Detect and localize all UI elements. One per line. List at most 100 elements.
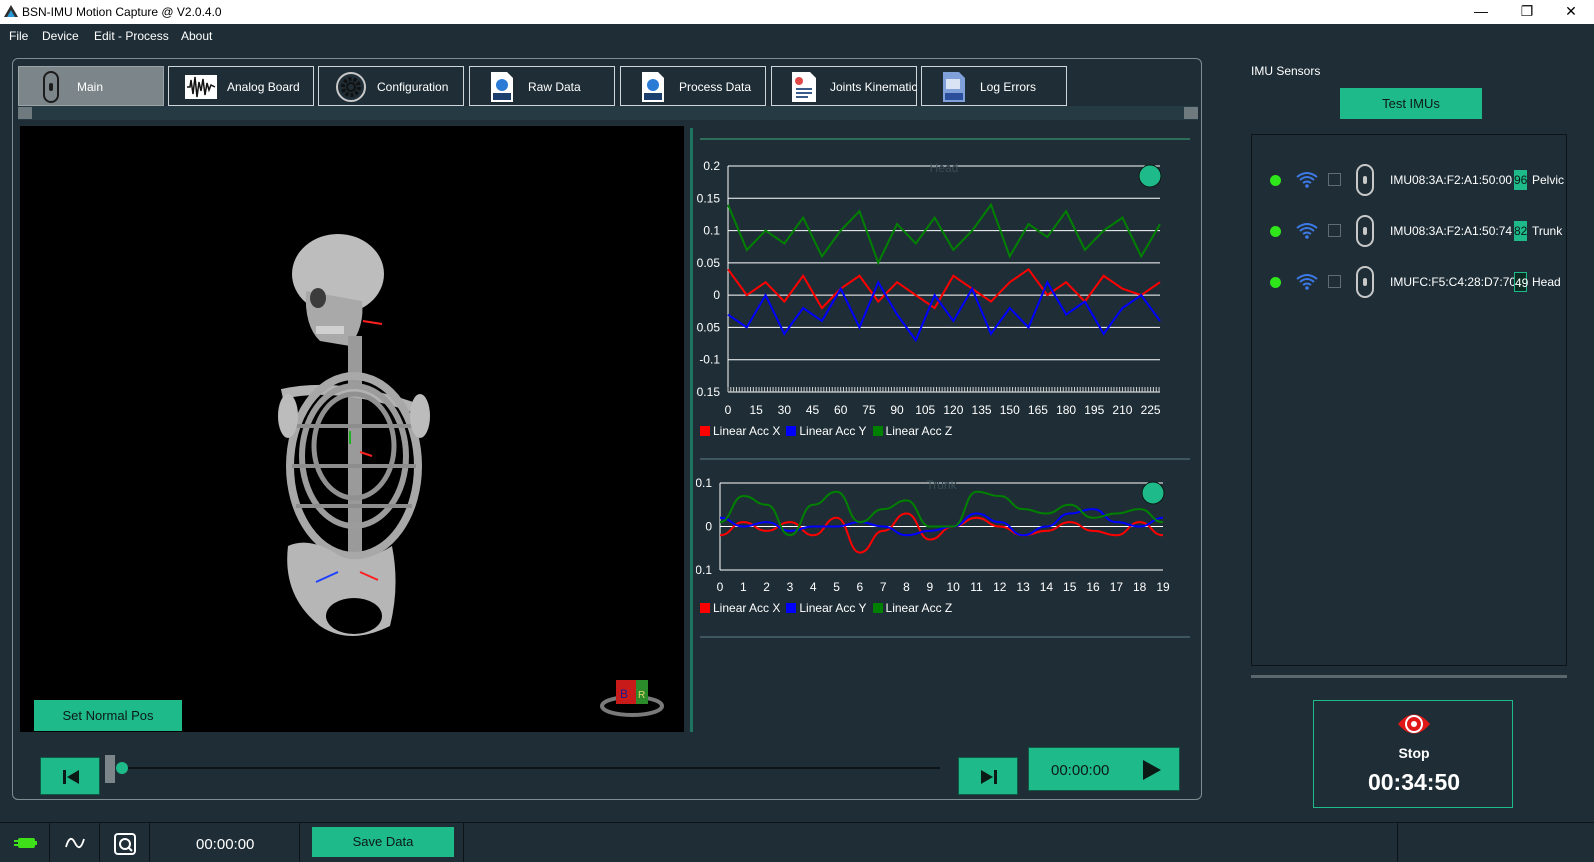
- timeline-slider-track[interactable]: [116, 767, 940, 769]
- y-tick-label: 0: [705, 520, 712, 534]
- menu-edit-process[interactable]: Edit - Process: [94, 29, 169, 43]
- status-signal-cell[interactable]: [50, 823, 100, 862]
- menu-device[interactable]: Device: [42, 29, 79, 43]
- legend-swatch-z: [872, 603, 883, 613]
- y-tick-label: 0.15: [697, 191, 721, 205]
- tab-joints-kinematic[interactable]: Joints Kinematic: [771, 66, 917, 106]
- tab-analog-board[interactable]: Analog Board: [168, 66, 314, 106]
- wifi-icon: [1296, 274, 1318, 290]
- chart-title: Trunk: [926, 478, 957, 492]
- tab-raw-data[interactable]: Raw Data: [469, 66, 615, 106]
- x-tick-label: 13: [1016, 580, 1030, 594]
- x-tick-label: 165: [1028, 403, 1048, 417]
- x-tick-label: 30: [778, 403, 792, 417]
- status-bar: 00:00:00: [0, 822, 1594, 862]
- sensor-checkbox[interactable]: [1328, 275, 1341, 288]
- close-button[interactable]: ✕: [1548, 0, 1594, 24]
- status-time: 00:00:00: [196, 836, 255, 853]
- tab-joints-kinematic-label: Joints Kinematic: [830, 80, 918, 94]
- signal-wave-icon: [65, 837, 85, 849]
- x-tick-label: 7: [880, 580, 887, 594]
- minimize-button[interactable]: —: [1458, 0, 1504, 24]
- menu-about[interactable]: About: [181, 29, 212, 43]
- y-tick-label: 0.1: [703, 224, 720, 238]
- sensor-checkbox[interactable]: [1328, 173, 1341, 186]
- x-tick-label: 14: [1040, 580, 1054, 594]
- sensor-segment: Trunk: [1532, 224, 1563, 238]
- timeline-slider-handle[interactable]: [105, 755, 115, 783]
- sensor-mac: IMUFC:F5:C4:28:D7:70: [1390, 275, 1517, 289]
- x-tick-label: 90: [890, 403, 904, 417]
- chart-trunk: 0.10-0.1012345678910111213141516171819Tr…: [696, 476, 1170, 594]
- legend-label: Linear Acc Y: [799, 424, 867, 438]
- imu-sensors-title: IMU Sensors: [1251, 64, 1321, 78]
- orientation-cube-icon[interactable]: B R: [600, 680, 664, 717]
- imu-device-icon: [1356, 266, 1374, 298]
- imu-device-icon: [1356, 164, 1374, 196]
- wifi-icon: [1296, 223, 1318, 239]
- imu-sensor-row[interactable]: IMUFC:F5:C4:28:D7:70 49 Head: [1252, 262, 1568, 302]
- y-tick-label: -0.05: [696, 320, 720, 334]
- stop-record-icon: [1398, 714, 1430, 734]
- tab-scroll-right-button[interactable]: [1184, 107, 1198, 119]
- series-line-z: [727, 202, 1161, 266]
- save-data-button[interactable]: Save Data: [312, 827, 454, 857]
- legend-item: Linear Acc Z: [872, 424, 953, 438]
- playback-time: 00:00:00: [1051, 762, 1110, 779]
- x-tick-label: 15: [1063, 580, 1077, 594]
- skeleton-3d-viewport[interactable]: B R: [20, 126, 684, 732]
- tab-scroll-left-button[interactable]: [18, 107, 32, 119]
- menu-bar: File Device Edit - Process About: [0, 24, 1594, 48]
- imu-sensor-row[interactable]: IMU08:3A:F2:A1:50:00 96 Pelvic: [1252, 160, 1568, 200]
- menu-file[interactable]: File: [9, 29, 28, 43]
- x-tick-label: 4: [810, 580, 817, 594]
- chart-reset-button[interactable]: [1138, 164, 1162, 188]
- timeline-slider-dot[interactable]: [116, 762, 128, 774]
- app-logo-icon: [4, 5, 18, 17]
- imu-panel-separator: [1251, 675, 1567, 678]
- chart-reset-button[interactable]: [1141, 481, 1165, 505]
- recording-elapsed-time: 00:34:50: [1367, 769, 1461, 795]
- tab-raw-data-label: Raw Data: [528, 80, 581, 94]
- window-title: BSN-IMU Motion Capture @ V2.0.4.0: [22, 5, 222, 19]
- x-tick-label: 3: [787, 580, 794, 594]
- panel-splitter[interactable]: [690, 128, 693, 732]
- imu-sensor-row[interactable]: IMU08:3A:F2:A1:50:74 82 Trunk: [1252, 211, 1568, 251]
- status-timer-cell[interactable]: [100, 823, 150, 862]
- legend-label: Linear Acc Z: [885, 601, 953, 615]
- chart-separator: [700, 636, 1190, 638]
- restore-button[interactable]: ❐: [1504, 0, 1550, 24]
- legend-swatch-x: [700, 603, 710, 613]
- tab-main[interactable]: Main: [18, 66, 164, 106]
- play-icon: [1143, 760, 1161, 780]
- test-imus-button[interactable]: Test IMUs: [1340, 88, 1482, 119]
- skip-to-end-button[interactable]: [958, 757, 1018, 795]
- skip-to-start-button[interactable]: [40, 757, 100, 795]
- sensor-battery: 96: [1514, 170, 1527, 190]
- tab-configuration[interactable]: Configuration: [318, 66, 464, 106]
- x-tick-label: 0: [725, 403, 732, 417]
- cube-face-r: R: [638, 690, 645, 701]
- x-tick-label: 75: [862, 403, 876, 417]
- tab-process-data[interactable]: Process Data: [620, 66, 766, 106]
- chart-title: Head: [930, 161, 959, 175]
- stop-recording-button[interactable]: Stop 00:34:50: [1313, 700, 1513, 808]
- status-message-cell: [464, 823, 1398, 862]
- play-button[interactable]: 00:00:00: [1028, 747, 1180, 791]
- sensor-checkbox[interactable]: [1328, 224, 1341, 237]
- raw-file-icon: [491, 72, 513, 102]
- log-file-icon: [943, 72, 965, 102]
- legend-item: Linear Acc Y: [786, 601, 867, 615]
- skip-end-icon: [981, 770, 997, 784]
- x-tick-label: 60: [834, 403, 848, 417]
- chart-separator: [700, 458, 1190, 460]
- legend-label: Linear Acc Z: [885, 424, 953, 438]
- imu-device-icon: [1356, 215, 1374, 247]
- x-tick-label: 6: [857, 580, 864, 594]
- x-tick-label: 5: [833, 580, 840, 594]
- tab-log-errors[interactable]: Log Errors: [921, 66, 1067, 106]
- connection-led-icon: [1270, 175, 1281, 186]
- set-normal-pos-button[interactable]: Set Normal Pos: [34, 700, 182, 731]
- wifi-icon: [1296, 172, 1318, 188]
- x-tick-label: 16: [1086, 580, 1100, 594]
